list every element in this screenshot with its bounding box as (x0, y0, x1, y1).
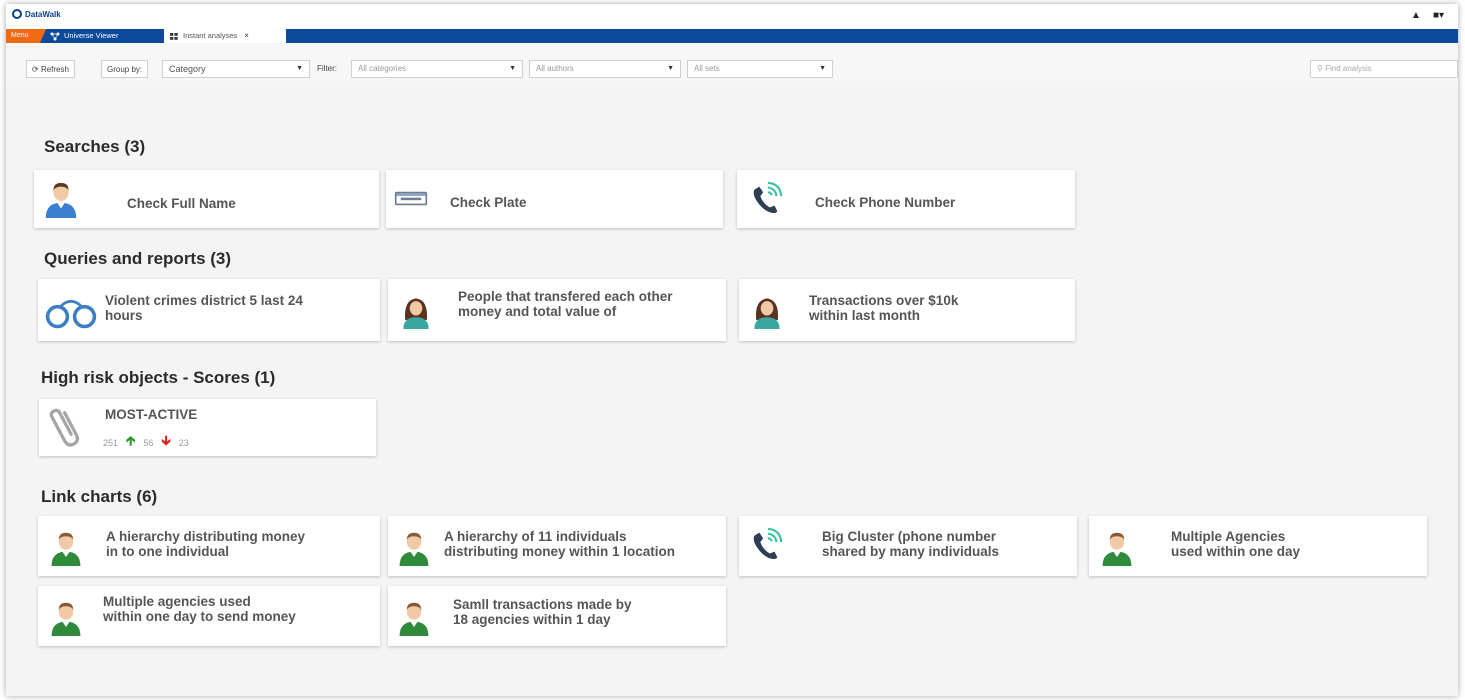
handcuffs-icon (44, 295, 98, 331)
card-label-line2: within one day to send money (103, 609, 296, 624)
section-title-queries: Queries and reports (3) (44, 249, 232, 268)
refresh-icon: ⟳ (32, 65, 39, 74)
phone-icon (747, 526, 785, 564)
search-icon: ⚲ (1317, 64, 1323, 73)
datawalk-logo: DataWalk (12, 9, 61, 19)
group-by-value: Category (169, 64, 206, 74)
chevron-down-icon: ▼ (296, 65, 303, 72)
card-label-line2: used within one day (1171, 544, 1301, 559)
analysis-card-check-full-name[interactable]: Check Full Name (34, 170, 379, 228)
toolbar: ⟳ Refresh Group by: Category ▼ Filter: A… (6, 43, 1458, 81)
woman-icon (398, 291, 434, 331)
linkchart-card-hierarchy-11-individuals[interactable]: A hierarchy of 11 individuals distributi… (388, 516, 726, 576)
analysis-card-people-transfered[interactable]: People that transfered each other money … (388, 279, 726, 341)
score-up-count: 56 (143, 438, 154, 448)
analysis-card-transactions-over-10k[interactable]: Transactions over $10k within last month (739, 279, 1075, 341)
notification-bell-icon[interactable]: ▲ (1411, 10, 1421, 21)
app-window: DataWalk ▲ ■▾ Menu Universe Viewer Insta… (6, 4, 1458, 696)
linkchart-card-agencies-send-money[interactable]: Multiple agencies used within one day to… (38, 586, 380, 646)
title-bar: DataWalk ▲ ■▾ (6, 4, 1458, 29)
analysis-card-check-plate[interactable]: Check Plate (386, 170, 723, 228)
card-label-line1: Multiple Agencies (1171, 529, 1286, 544)
filter-categories-value: All categories (358, 64, 407, 73)
person-icon (396, 528, 432, 568)
refresh-label: Refresh (40, 65, 69, 74)
card-label-line2: shared by many individuals (822, 544, 1000, 559)
tab-universe-viewer[interactable]: Universe Viewer (50, 29, 118, 43)
find-analysis-input[interactable]: ⚲ Find analysis (1310, 60, 1458, 78)
chevron-down-icon: ▼ (819, 65, 826, 72)
person-icon (1099, 528, 1135, 568)
card-label-line2: distributing money within 1 location (444, 544, 676, 559)
card-label-line2: 18 agencies within 1 day (453, 612, 611, 627)
person-icon (42, 178, 80, 220)
linkchart-card-big-cluster[interactable]: Big Cluster (phone number shared by many… (739, 516, 1077, 576)
card-label-line1: A hierarchy distributing money (106, 529, 306, 544)
section-title-linkcharts: Link charts (6) (41, 487, 158, 506)
logo-ring-icon (12, 9, 22, 19)
card-label-line2: in to one individual (106, 544, 229, 559)
person-icon (48, 598, 84, 638)
linkchart-card-multiple-agencies[interactable]: Multiple Agencies used within one day (1089, 516, 1427, 576)
card-label-line1: Transactions over $10k (809, 293, 959, 308)
card-label-line2: hours (105, 308, 143, 323)
linkchart-card-hierarchy-one-individual[interactable]: A hierarchy distributing money in to one… (38, 516, 380, 576)
filter-authors-value: All authors (536, 64, 574, 73)
section-title-searches: Searches (3) (44, 137, 146, 156)
card-label: Check Full Name (127, 196, 236, 211)
card-label-line1: Violent crimes district 5 last 24 (105, 293, 303, 308)
chevron-down-icon: ▼ (509, 65, 516, 72)
linkchart-card-small-transactions[interactable]: Samll transactions made by 18 agencies w… (388, 586, 726, 646)
menu-tab[interactable]: Menu (6, 29, 46, 43)
universe-network-icon (50, 32, 60, 40)
card-label-line1: Big Cluster (phone number (822, 529, 997, 544)
chevron-down-icon: ▼ (667, 65, 674, 72)
analysis-card-violent-crimes[interactable]: Violent crimes district 5 last 24 hours (38, 279, 380, 341)
person-icon (48, 528, 84, 568)
card-label-line1: Multiple agencies used (103, 594, 251, 609)
refresh-button[interactable]: ⟳ Refresh (26, 60, 75, 78)
person-icon (396, 598, 432, 638)
woman-icon (749, 291, 785, 331)
close-icon[interactable]: × (244, 29, 249, 43)
user-menu-icon[interactable]: ■▾ (1433, 10, 1444, 21)
tab-bar: Menu Universe Viewer Instant analyses × (6, 29, 1458, 43)
card-label: Check Phone Number (815, 195, 956, 210)
tab-instant-label: Instant analyses (183, 31, 238, 40)
card-label: MOST-ACTIVE (105, 407, 198, 422)
filter-label: Filter: (317, 64, 337, 73)
filter-sets-value: All sets (694, 64, 720, 73)
card-label-line2: within last month (809, 308, 920, 323)
find-analysis-placeholder: Find analysis (1325, 64, 1372, 73)
arrow-up-icon: 🡱 (126, 433, 136, 448)
tab-instant-analyses[interactable]: Instant analyses × (164, 29, 286, 43)
tab-universe-label: Universe Viewer (64, 31, 119, 40)
group-by-label: Group by: (101, 60, 149, 78)
arrow-down-icon: 🡳 (161, 433, 171, 448)
analysis-card-check-phone-number[interactable]: Check Phone Number (737, 170, 1075, 228)
app-title: DataWalk (25, 9, 61, 19)
card-label: Check Plate (450, 195, 527, 210)
score-card-most-active[interactable]: MOST-ACTIVE 251 🡱 56 🡳 23 (39, 399, 376, 456)
score-total: 251 (103, 438, 119, 448)
section-title-scores: High risk objects - Scores (1) (41, 368, 276, 387)
group-by-select[interactable]: Category ▼ (162, 60, 310, 78)
card-label-line2: money and total value of (458, 304, 617, 319)
paperclip-icon (49, 405, 83, 449)
card-label-line1: A hierarchy of 11 individuals (444, 529, 627, 544)
filter-authors-select[interactable]: All authors ▼ (529, 60, 681, 78)
phone-icon (747, 180, 785, 218)
filter-categories-select[interactable]: All categories ▼ (351, 60, 523, 78)
filter-sets-select[interactable]: All sets ▼ (687, 60, 833, 78)
card-label-line1: People that transfered each other (458, 289, 673, 304)
grid-icon (170, 32, 178, 40)
card-label-line1: Samll transactions made by (453, 597, 632, 612)
score-down-count: 23 (178, 438, 189, 448)
license-plate-icon (394, 190, 428, 207)
